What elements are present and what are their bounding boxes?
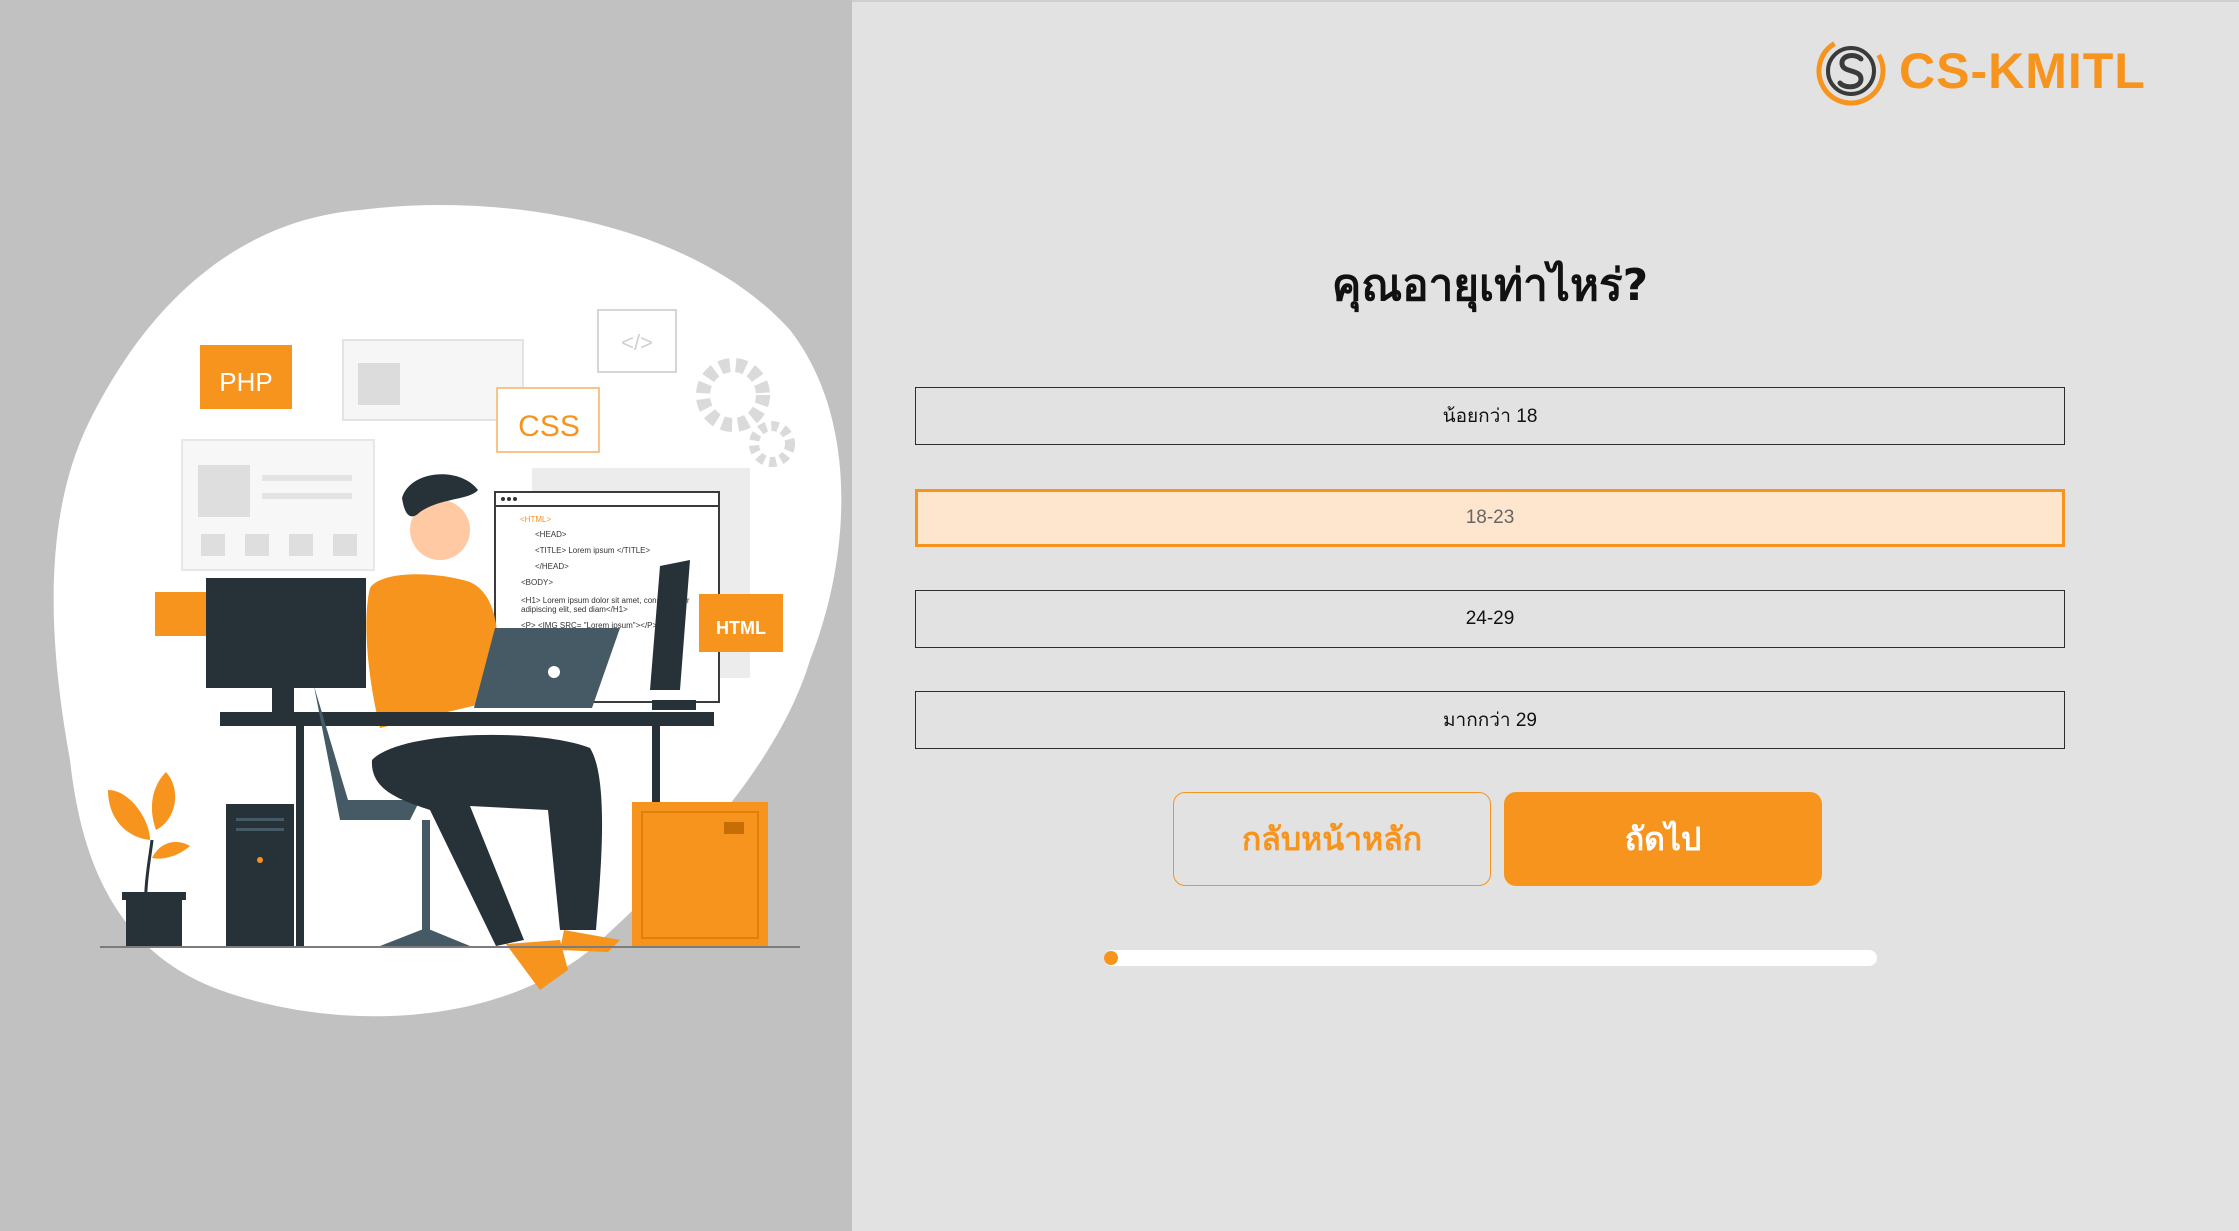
age-option-under-18[interactable]: น้อยกว่า 18 xyxy=(915,387,2065,445)
plant-pot xyxy=(126,896,182,946)
option-label: มากกว่า 29 xyxy=(1443,710,1537,731)
html-label: HTML xyxy=(716,618,766,638)
age-option-24-29[interactable]: 24-29 xyxy=(915,590,2065,648)
desk xyxy=(220,712,714,726)
option-label: 18-23 xyxy=(1465,507,1515,528)
age-option-18-23[interactable]: 18-23 xyxy=(915,489,2065,547)
php-label: PHP xyxy=(219,367,272,397)
code-line: adipiscing elit, sed diam</H1> xyxy=(521,605,628,614)
progress-indicator xyxy=(1104,951,1118,965)
question-title: คุณอายุเท่าไหร่? xyxy=(1331,260,1649,311)
brand-logo[interactable]: CS-KMITL xyxy=(1815,34,2146,108)
pc-tower xyxy=(226,804,294,948)
next-button[interactable]: ถัดไป xyxy=(1504,792,1822,886)
option-label: 24-29 xyxy=(1465,608,1515,629)
cabinet xyxy=(632,802,768,948)
code-line: </HEAD> xyxy=(535,562,569,571)
code-line: <HTML> xyxy=(520,515,551,524)
illustration-panel: </> PHP CSS <HTML> <HEAD> <TITLE> Lorem … xyxy=(0,0,852,1231)
code-tag-text: </> xyxy=(621,330,653,355)
code-line: <TITLE> Lorem ipsum </TITLE> xyxy=(535,546,650,555)
option-label: น้อยกว่า 18 xyxy=(1442,406,1538,427)
progress-bar xyxy=(1104,950,1877,966)
code-line: <HEAD> xyxy=(535,530,567,539)
age-option-over-29[interactable]: มากกว่า 29 xyxy=(915,691,2065,749)
code-line: <BODY> xyxy=(521,578,553,587)
css-label: CSS xyxy=(518,410,580,443)
back-home-button[interactable]: กลับหน้าหลัก xyxy=(1173,792,1491,886)
developer-illustration: </> PHP CSS <HTML> <HEAD> <TITLE> Lorem … xyxy=(53,205,842,1017)
monitor xyxy=(206,578,366,688)
logo-text: CS-KMITL xyxy=(1899,43,2146,99)
cs-logo-icon xyxy=(1816,36,1886,106)
